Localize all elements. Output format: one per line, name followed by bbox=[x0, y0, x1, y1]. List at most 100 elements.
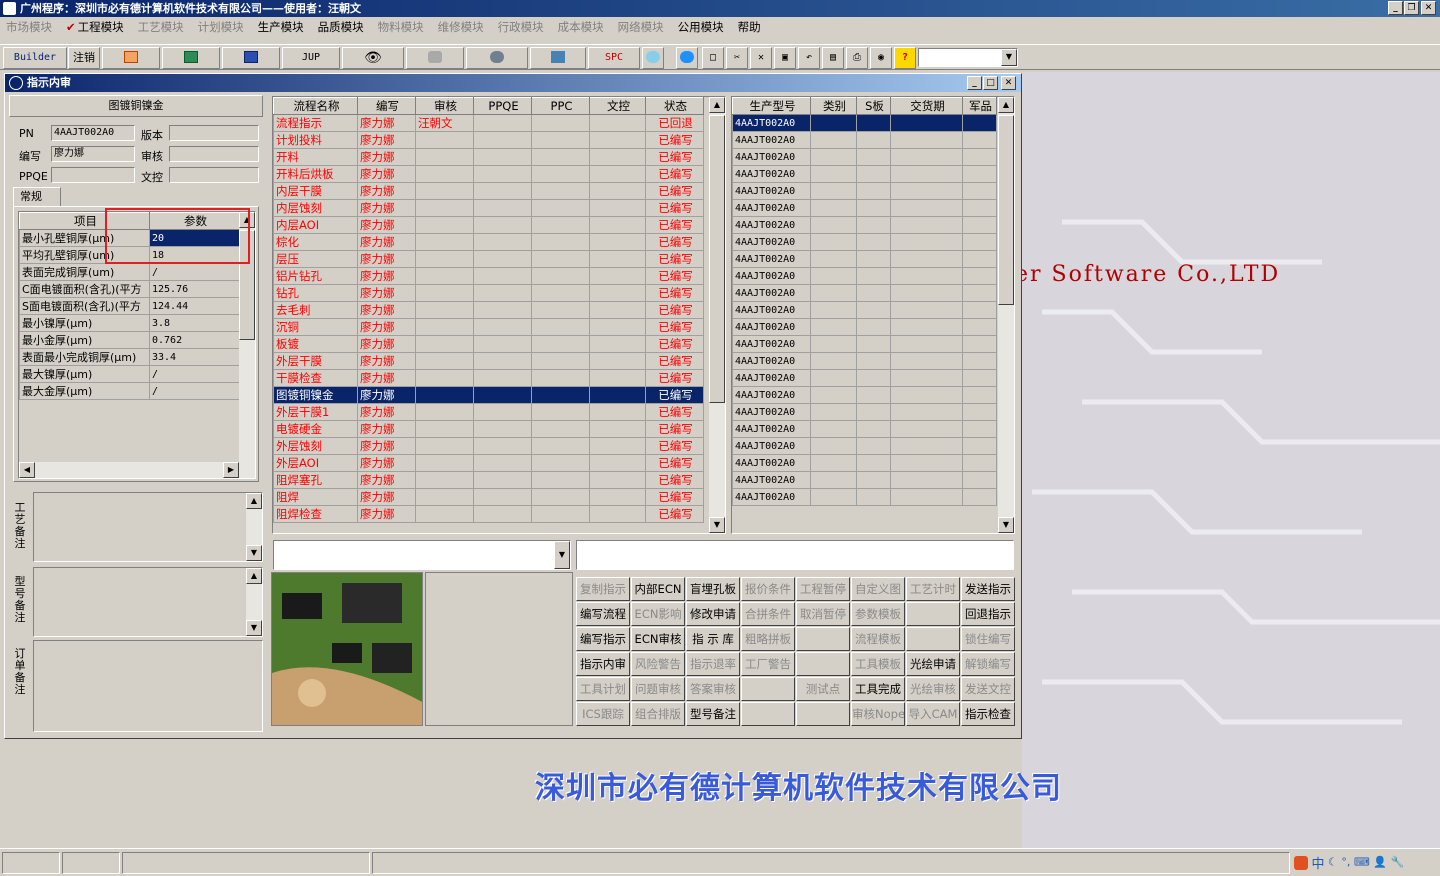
action-button-3-5[interactable]: 工具模板 bbox=[851, 652, 905, 676]
model-row[interactable]: 4AAJT002A0 bbox=[732, 148, 997, 166]
chevron-down-icon[interactable]: ▼ bbox=[554, 541, 570, 569]
database-button[interactable] bbox=[406, 47, 464, 69]
wrench-icon[interactable]: 🔧 bbox=[1390, 856, 1404, 869]
chevron-down-icon[interactable]: ▼ bbox=[1001, 49, 1017, 66]
param-value[interactable]: 0.762 bbox=[149, 331, 240, 349]
flow-row[interactable]: 计划投料 廖力娜 已编写 bbox=[273, 131, 704, 149]
menu-item-11[interactable]: 公用模块 bbox=[678, 20, 724, 34]
ime-tray[interactable]: 中 ☾ °, ⌨ 👤 🔧 bbox=[1294, 853, 1436, 873]
action-button-5-3[interactable] bbox=[741, 702, 795, 726]
model-row[interactable]: 4AAJT002A0 bbox=[732, 216, 997, 234]
print-button[interactable]: ⎙ bbox=[846, 47, 868, 69]
param-row[interactable]: 最小金厚(μm) 0.762 bbox=[19, 331, 240, 349]
delete-button[interactable]: ✕ bbox=[750, 47, 772, 69]
model-row[interactable]: 4AAJT002A0 bbox=[732, 267, 997, 285]
flow-row[interactable]: 外层干膜 廖力娜 已编写 bbox=[273, 352, 704, 370]
chevron-up-icon[interactable]: ▲ bbox=[246, 568, 262, 584]
model-vscroll[interactable]: ▲ ▼ bbox=[998, 97, 1014, 533]
action-button-2-6[interactable] bbox=[906, 627, 960, 651]
flow-row[interactable]: 干膜检查 廖力娜 已编写 bbox=[273, 369, 704, 387]
flow-header-4[interactable]: PPC bbox=[531, 97, 590, 115]
action-button-1-1[interactable]: ECN影响 bbox=[631, 602, 685, 626]
action-button-2-7[interactable]: 锁住编写 bbox=[961, 627, 1015, 651]
action-button-4-6[interactable]: 光绘审核 bbox=[906, 677, 960, 701]
model-row[interactable]: 4AAJT002A0 bbox=[732, 284, 997, 302]
tab-general[interactable]: 常规 bbox=[13, 187, 61, 207]
chevron-down-icon[interactable]: ▼ bbox=[246, 620, 262, 636]
action-button-0-2[interactable]: 盲埋孔板 bbox=[686, 577, 740, 601]
menu-item-12[interactable]: 帮助 bbox=[738, 20, 761, 34]
view-button[interactable]: 👁 bbox=[342, 47, 404, 69]
param-value[interactable]: 125.76 bbox=[149, 280, 240, 298]
action-button-1-0[interactable]: 编写流程 bbox=[576, 602, 630, 626]
action-button-1-2[interactable]: 修改申请 bbox=[686, 602, 740, 626]
param-row[interactable]: 表面最小完成铜厚(μm) 33.4 bbox=[19, 348, 240, 366]
chevron-down-icon[interactable]: ▼ bbox=[246, 545, 262, 561]
action-button-0-5[interactable]: 自定义图 bbox=[851, 577, 905, 601]
help-button[interactable]: ? bbox=[894, 47, 916, 69]
save-button[interactable]: ▣ bbox=[774, 47, 796, 69]
flow-header-0[interactable]: 流程名称 bbox=[273, 97, 358, 115]
flow-row[interactable]: 铝片钻孔 廖力娜 已编写 bbox=[273, 267, 704, 285]
logout-button[interactable]: 注销 bbox=[68, 47, 100, 69]
spc-button[interactable]: SPC bbox=[588, 47, 640, 69]
action-button-0-6[interactable]: 工艺计时 bbox=[906, 577, 960, 601]
chevron-left-icon[interactable]: ◀ bbox=[19, 462, 35, 478]
param-row[interactable]: 最小镍厚(μm) 3.8 bbox=[19, 314, 240, 332]
model-header-2[interactable]: S板 bbox=[856, 97, 891, 115]
flow-vscroll[interactable]: ▲ ▼ bbox=[709, 97, 725, 533]
action-button-5-6[interactable]: 导入CAM bbox=[906, 702, 960, 726]
ppt-button[interactable] bbox=[102, 47, 160, 69]
model-row[interactable]: 4AAJT002A0 bbox=[732, 420, 997, 438]
model-row[interactable]: 4AAJT002A0 bbox=[732, 488, 997, 506]
flow-combo[interactable]: ▼ bbox=[273, 540, 571, 570]
flow-row[interactable]: 阻焊检查 廖力娜 已编写 bbox=[273, 505, 704, 523]
action-button-2-0[interactable]: 编写指示 bbox=[576, 627, 630, 651]
action-button-5-2[interactable]: 型号备注 bbox=[686, 702, 740, 726]
menu-item-6[interactable]: 物料模块 bbox=[378, 20, 424, 34]
flow-grid[interactable]: 流程名称 编写 审核 PPQE PPC 文控 状态 流程指示 廖力娜 汪朝文 已回退 计划投料 廖力娜… bbox=[272, 96, 726, 534]
model-row[interactable]: 4AAJT002A0 bbox=[732, 386, 997, 404]
model-row[interactable]: 4AAJT002A0 bbox=[732, 437, 997, 455]
action-button-4-3[interactable] bbox=[741, 677, 795, 701]
preview-button[interactable]: ▤ bbox=[822, 47, 844, 69]
flow-row[interactable]: 电镀硬金 廖力娜 已编写 bbox=[273, 420, 704, 438]
param-row[interactable]: 最大镍厚(μm) / bbox=[19, 365, 240, 383]
model-header-1[interactable]: 类别 bbox=[810, 97, 857, 115]
action-button-4-4[interactable]: 测试点 bbox=[796, 677, 850, 701]
model-row[interactable]: 4AAJT002A0 bbox=[732, 250, 997, 268]
model-header-0[interactable]: 生产型号 bbox=[732, 97, 811, 115]
undo-button[interactable]: ↶ bbox=[798, 47, 820, 69]
param-value[interactable]: 33.4 bbox=[149, 348, 240, 366]
remark-input[interactable] bbox=[576, 540, 1014, 570]
flow-row[interactable]: 外层蚀刻 廖力娜 已编写 bbox=[273, 437, 704, 455]
chevron-up-icon[interactable]: ▲ bbox=[709, 97, 725, 113]
sogou-icon[interactable] bbox=[1294, 855, 1308, 870]
menu-item-8[interactable]: 行政模块 bbox=[498, 20, 544, 34]
action-button-3-1[interactable]: 风险警告 bbox=[631, 652, 685, 676]
order-note-field[interactable] bbox=[33, 640, 263, 732]
process-note-scroll[interactable]: ▲ ▼ bbox=[246, 493, 262, 561]
action-button-2-3[interactable]: 粗略拼板 bbox=[741, 627, 795, 651]
model-row[interactable]: 4AAJT002A0 bbox=[732, 352, 997, 370]
action-button-3-6[interactable]: 光绘申请 bbox=[906, 652, 960, 676]
close-button[interactable]: ✕ bbox=[1421, 1, 1436, 15]
chevron-right-icon[interactable]: ▶ bbox=[223, 462, 239, 478]
find-button[interactable]: ◉ bbox=[870, 47, 892, 69]
scroll-thumb[interactable] bbox=[709, 115, 725, 403]
process-note-field[interactable]: ▲ ▼ bbox=[33, 492, 263, 562]
flow-header-6[interactable]: 状态 bbox=[645, 97, 704, 115]
flow-header-1[interactable]: 编写 bbox=[357, 97, 416, 115]
flow-row[interactable]: 层压 廖力娜 已编写 bbox=[273, 250, 704, 268]
action-button-2-1[interactable]: ECN审核 bbox=[631, 627, 685, 651]
action-button-0-1[interactable]: 内部ECN bbox=[631, 577, 685, 601]
flow-row[interactable]: 内层蚀刻 廖力娜 已编写 bbox=[273, 199, 704, 217]
action-button-3-2[interactable]: 指示退率 bbox=[686, 652, 740, 676]
model-row[interactable]: 4AAJT002A0 bbox=[732, 369, 997, 387]
new-button[interactable]: □ bbox=[702, 47, 724, 69]
chevron-down-icon[interactable]: ▼ bbox=[709, 517, 725, 533]
cut-button[interactable]: ✂ bbox=[726, 47, 748, 69]
model-row[interactable]: 4AAJT002A0 bbox=[732, 182, 997, 200]
flow-row[interactable]: 阻焊塞孔 廖力娜 已编写 bbox=[273, 471, 704, 489]
ppqe-field[interactable] bbox=[51, 167, 135, 183]
